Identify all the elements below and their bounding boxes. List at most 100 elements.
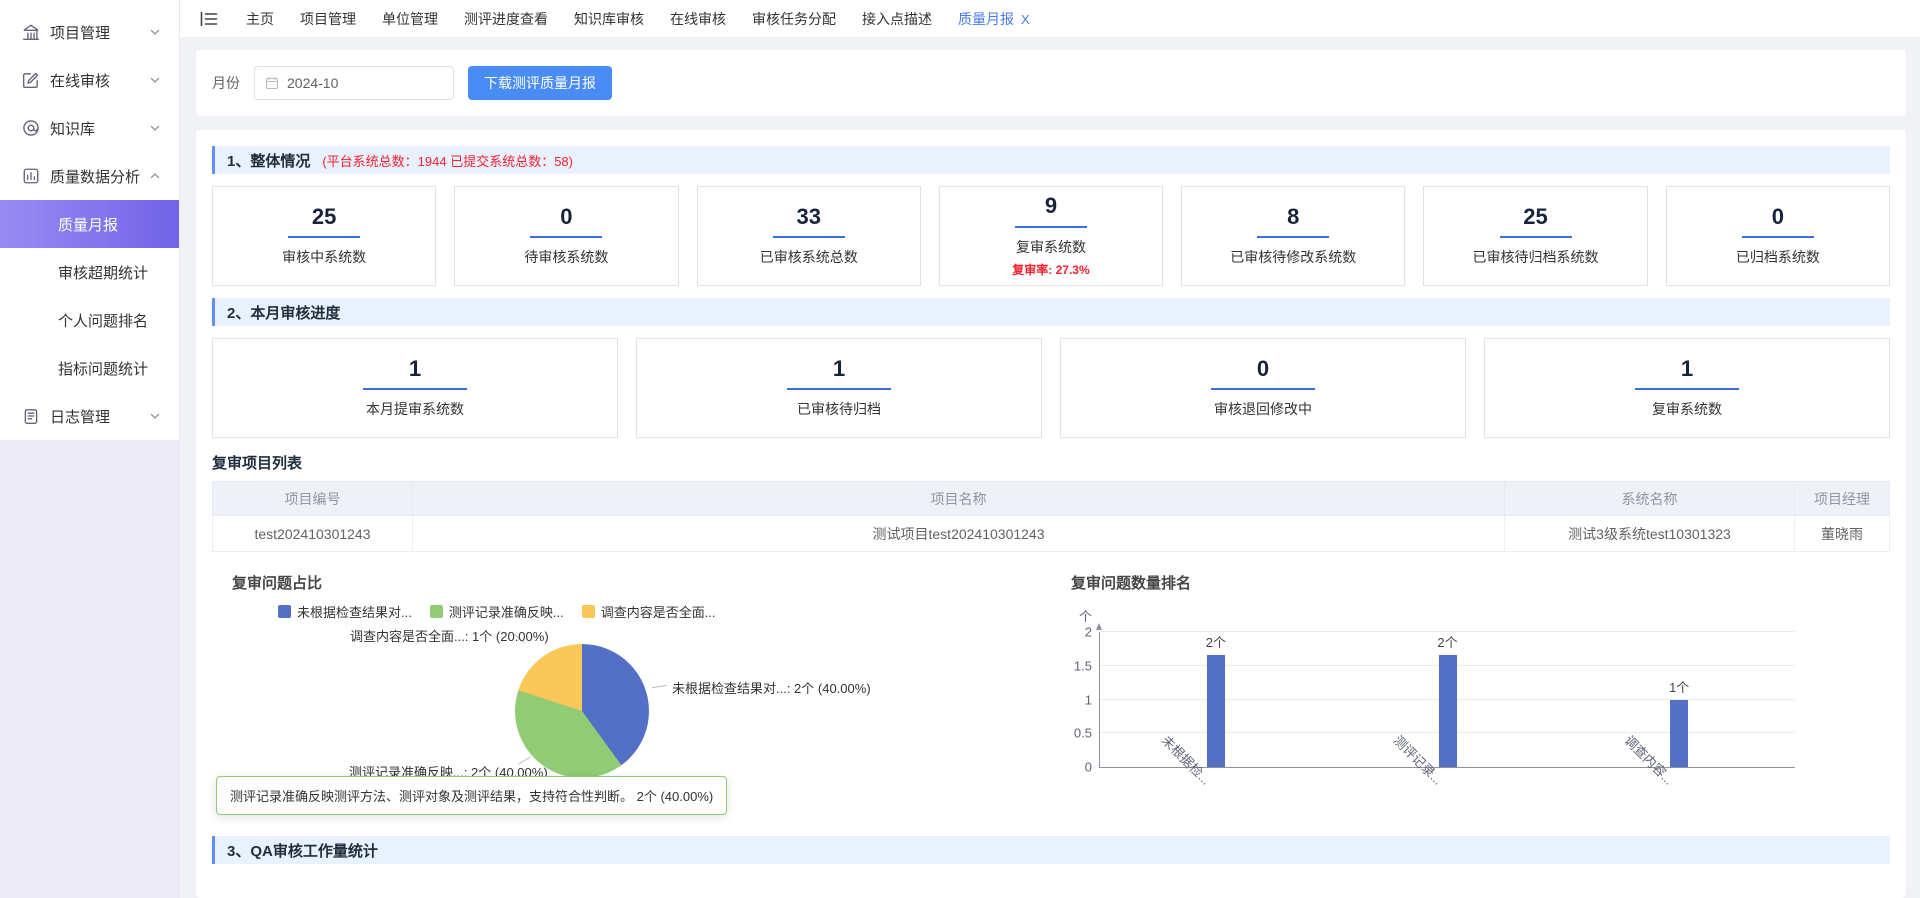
chevron-down-icon <box>149 74 161 86</box>
tab-quality-monthly-report[interactable]: 质量月报X <box>958 9 1030 29</box>
sidebar-item-quality-analysis[interactable]: 质量数据分析 <box>0 152 179 200</box>
stat-underline <box>363 388 467 390</box>
pie-chart[interactable] <box>515 644 649 778</box>
stat-label: 审核退回修改中 <box>1214 399 1312 419</box>
legend-swatch <box>278 605 291 618</box>
sidebar-item-review-overdue-stats[interactable]: 审核超期统计 <box>0 248 179 296</box>
stat-label: 已审核待修改系统数 <box>1230 247 1356 267</box>
stat-card: 0 待审核系统数 <box>454 186 678 286</box>
sidebar-subitem-label: 指标问题统计 <box>58 358 148 379</box>
legend-item[interactable]: 调查内容是否全面... <box>582 602 716 621</box>
column-header: 项目编号 <box>213 482 413 516</box>
bar-cell: 2个 测评记录... <box>1332 632 1564 767</box>
sidebar-item-online-review[interactable]: 在线审核 <box>0 56 179 104</box>
sidebar: 项目管理 在线审核 知识库 <box>0 0 180 898</box>
stat-underline <box>1635 388 1739 390</box>
stat-underline <box>787 388 891 390</box>
page-content: 月份 2024-10 下载测评质量月报 1、整体情况 (平台系统总数：1944 … <box>180 38 1920 898</box>
sidebar-item-quality-monthly-report[interactable]: 质量月报 <box>0 200 179 248</box>
stat-label: 复审系统数 <box>1652 399 1722 419</box>
tab-access-point[interactable]: 接入点描述 <box>862 9 932 29</box>
bar-chart-panel: 复审问题数量排名 个 0 0.5 1 1.5 2 <box>1051 564 1890 836</box>
stat-value: 1 <box>1681 357 1693 381</box>
pie-label: 未根据检查结果对...: 2个 (40.00%) <box>672 678 871 697</box>
review-list-title: 复审项目列表 <box>212 452 1890 473</box>
stat-card: 1 已审核待归档 <box>636 338 1042 438</box>
review-rate-badge: 复审率: 27.3% <box>1012 261 1089 278</box>
bar-plot: 0 0.5 1 1.5 2 2个 未根据检... <box>1099 632 1795 768</box>
y-tick-label: 1.5 <box>1062 658 1092 673</box>
stat-underline <box>288 236 360 238</box>
stat-value: 8 <box>1287 205 1299 229</box>
bar-stack: 2个 <box>1100 632 1332 767</box>
tab-online-review[interactable]: 在线审核 <box>670 9 726 29</box>
stat-value: 33 <box>796 205 820 229</box>
download-report-button[interactable]: 下载测评质量月报 <box>468 66 612 100</box>
month-picker[interactable]: 2024-10 <box>254 66 454 100</box>
bar-chart-icon <box>22 167 40 185</box>
tab-knowledge-review[interactable]: 知识库审核 <box>574 9 644 29</box>
y-axis-unit: 个 <box>1079 606 1092 625</box>
close-icon[interactable]: X <box>1021 12 1030 27</box>
stat-value: 1 <box>409 357 421 381</box>
report-panel: 1、整体情况 (平台系统总数：1944 已提交系统总数：58) 25 审核中系统… <box>196 130 1906 898</box>
sidebar-subitem-label: 审核超期统计 <box>58 262 148 283</box>
sidebar-item-personal-issue-ranking[interactable]: 个人问题排名 <box>0 296 179 344</box>
stat-value: 25 <box>1523 205 1547 229</box>
cell-project-name: 测试项目test202410301243 <box>413 516 1505 552</box>
bar[interactable] <box>1439 655 1457 767</box>
stat-value: 25 <box>312 205 336 229</box>
bar-value-label: 1个 <box>1669 677 1689 696</box>
knowledge-icon <box>22 119 40 137</box>
tab-progress-view[interactable]: 测评进度查看 <box>464 9 548 29</box>
stat-label: 已审核待归档 <box>797 399 881 419</box>
cell-system-name: 测试3级系统test10301323 <box>1505 516 1795 552</box>
legend-item[interactable]: 未根据检查结果对... <box>278 602 412 621</box>
tab-home[interactable]: 主页 <box>246 9 274 29</box>
legend-swatch <box>582 605 595 618</box>
stat-label: 本月提审系统数 <box>366 399 464 419</box>
stat-value: 0 <box>1257 357 1269 381</box>
chevron-down-icon <box>149 26 161 38</box>
section-qa-workload: 3、QA审核工作量统计 <box>212 836 1890 864</box>
bar[interactable] <box>1670 700 1688 768</box>
bar-cell: 2个 未根据检... <box>1100 632 1332 767</box>
y-axis-arrow-icon <box>1096 623 1102 630</box>
tab-project-management[interactable]: 项目管理 <box>300 9 356 29</box>
legend-item[interactable]: 测评记录准确反映... <box>430 602 564 621</box>
stat-label: 复审系统数 <box>1016 237 1086 257</box>
pie-label: 调查内容是否全面...: 1个 (20.00%) <box>350 626 549 645</box>
y-tick-label: 0.5 <box>1062 726 1092 741</box>
y-tick-label: 2 <box>1062 625 1092 640</box>
table-row[interactable]: test202410301243 测试项目test202410301243 测试… <box>213 516 1890 552</box>
stat-underline <box>1015 226 1087 228</box>
tab-unit-management[interactable]: 单位管理 <box>382 9 438 29</box>
menu-collapse-icon[interactable] <box>200 11 218 27</box>
bar[interactable] <box>1207 655 1225 767</box>
section-overall: 1、整体情况 (平台系统总数：1944 已提交系统总数：58) <box>212 146 1890 174</box>
stat-card: 0 已归档系统数 <box>1666 186 1890 286</box>
pie-chart-title: 复审问题占比 <box>212 564 1051 593</box>
filter-panel: 月份 2024-10 下载测评质量月报 <box>196 50 1906 116</box>
tab-task-assignment[interactable]: 审核任务分配 <box>752 9 836 29</box>
sidebar-item-indicator-issue-stats[interactable]: 指标问题统计 <box>0 344 179 392</box>
sidebar-item-log-management[interactable]: 日志管理 <box>0 392 179 440</box>
bar-cell: 1个 调查内容... <box>1563 632 1795 767</box>
section-note: (平台系统总数：1944 已提交系统总数：58) <box>322 151 573 170</box>
stat-value: 1 <box>833 357 845 381</box>
pie-leader-line <box>652 685 667 689</box>
stat-card: 9 复审系统数 复审率: 27.3% <box>939 186 1163 286</box>
section-monthly-progress: 2、本月审核进度 <box>212 298 1890 326</box>
stat-card: 25 已审核待归档系统数 <box>1423 186 1647 286</box>
table-header-row: 项目编号 项目名称 系统名称 项目经理 <box>213 482 1890 516</box>
stat-underline <box>1500 236 1572 238</box>
stat-label: 已审核系统总数 <box>760 247 858 267</box>
sidebar-item-label: 项目管理 <box>50 22 149 43</box>
column-header: 系统名称 <box>1505 482 1795 516</box>
sidebar-item-project-management[interactable]: 项目管理 <box>0 8 179 56</box>
stat-label: 审核中系统数 <box>282 247 366 267</box>
sidebar-item-knowledge-base[interactable]: 知识库 <box>0 104 179 152</box>
app-root: 项目管理 在线审核 知识库 <box>0 0 1920 898</box>
legend-label: 未根据检查结果对... <box>297 602 412 621</box>
stat-label: 已审核待归档系统数 <box>1473 247 1599 267</box>
